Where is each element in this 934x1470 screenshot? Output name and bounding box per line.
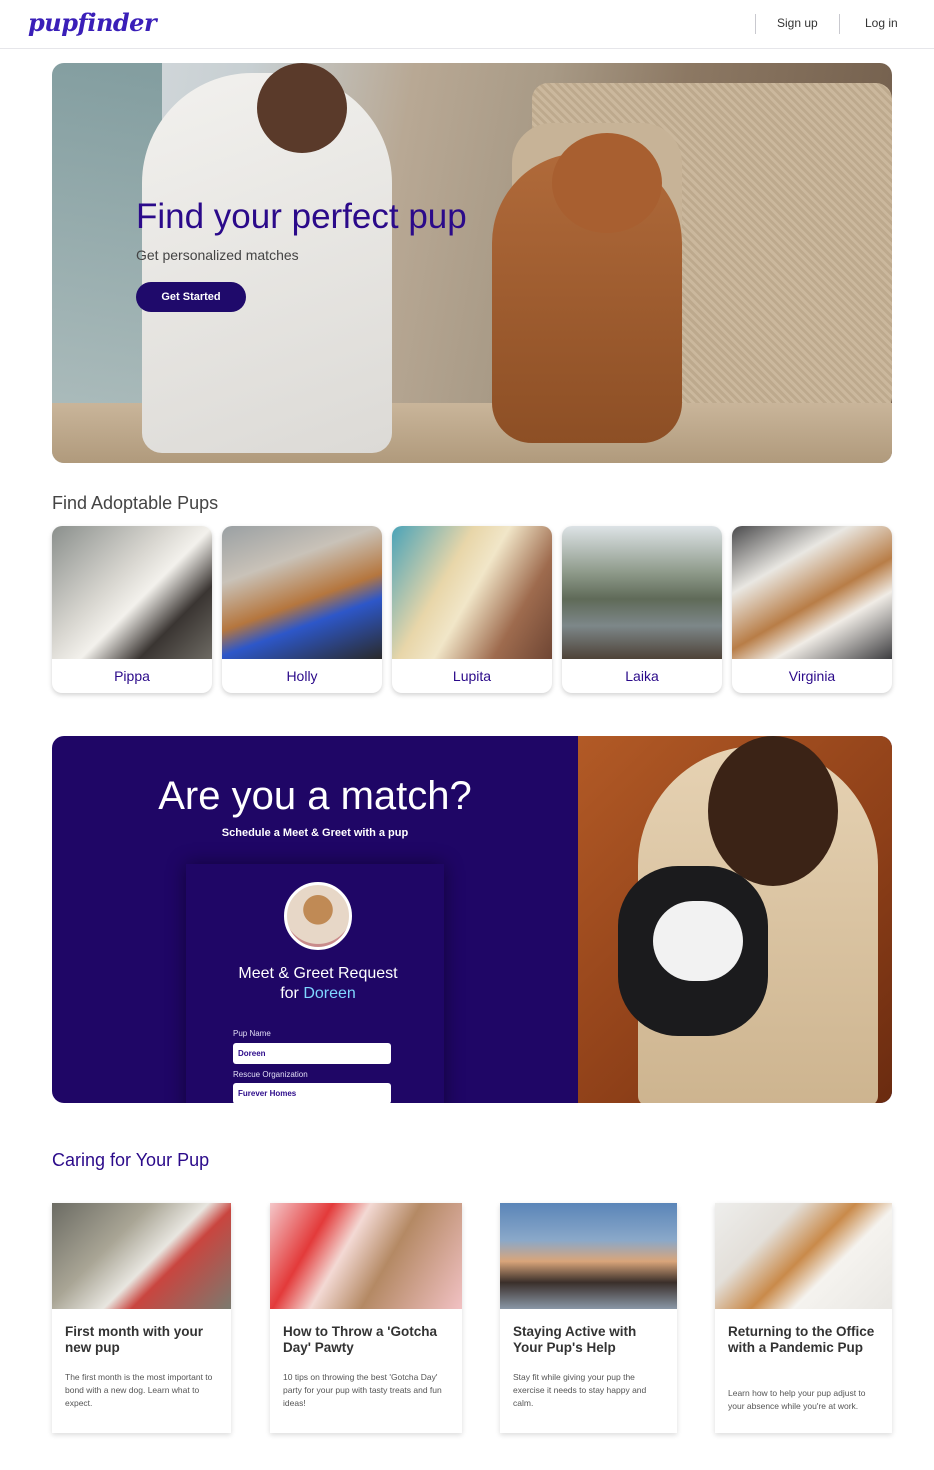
- pup-name: Holly: [286, 668, 318, 684]
- article-text: The first month is the most important to…: [65, 1372, 213, 1408]
- rescue-organization-label: Rescue Organization: [233, 1070, 308, 1079]
- pup-name-input[interactable]: [233, 1043, 391, 1064]
- site-header: pupfinder Sign up Log in: [0, 0, 934, 49]
- pup-name: Lupita: [452, 668, 492, 684]
- hero-title: Find your perfect pup: [136, 197, 467, 236]
- pup-photo: [222, 526, 382, 659]
- rescue-organization-input[interactable]: [233, 1083, 391, 1103]
- form-heading-for: for: [280, 985, 299, 1002]
- pup-avatar: [284, 882, 352, 950]
- pup-name: Pippa: [114, 668, 150, 684]
- hero-photo-dog-head: [552, 133, 662, 233]
- match-photo-dog-face: [653, 901, 743, 981]
- article-photo: [52, 1203, 231, 1309]
- article-title: Staying Active with Your Pup's Help: [513, 1324, 637, 1355]
- hero-photo-person-head: [257, 63, 347, 153]
- pup-card-pippa[interactable]: Pippa: [52, 526, 212, 693]
- nav-divider: [755, 14, 756, 34]
- article-title: Returning to the Office with a Pandemic …: [728, 1324, 875, 1355]
- adoptable-section-title: Find Adoptable Pups: [52, 493, 219, 513]
- match-section: Are you a match? Schedule a Meet & Greet…: [52, 736, 892, 1103]
- article-card-first-month[interactable]: First month with your new pup The first …: [52, 1203, 231, 1433]
- article-text: Stay fit while giving your pup the exerc…: [513, 1372, 647, 1408]
- hero-banner: Find your perfect pup Get personalized m…: [52, 63, 892, 463]
- nav-divider: [839, 14, 840, 34]
- caring-section-title: Caring for Your Pup: [52, 1150, 210, 1170]
- meet-greet-form-card: Meet & Greet Request for Doreen Pup Name…: [186, 864, 444, 1103]
- get-started-button[interactable]: Get Started: [136, 282, 246, 312]
- match-photo-person-head: [708, 736, 838, 886]
- article-photo: [715, 1203, 892, 1309]
- match-title: Are you a match?: [158, 774, 472, 818]
- pup-photo: [562, 526, 722, 659]
- form-heading: Meet & Greet Request for Doreen: [186, 964, 450, 1004]
- article-card-gotcha-day[interactable]: How to Throw a 'Gotcha Day' Pawty 10 tip…: [270, 1203, 462, 1433]
- pup-card-virginia[interactable]: Virginia: [732, 526, 892, 693]
- pup-name-label: Pup Name: [233, 1029, 271, 1038]
- article-title: How to Throw a 'Gotcha Day' Pawty: [283, 1324, 437, 1355]
- pup-card-lupita[interactable]: Lupita: [392, 526, 552, 693]
- match-photo: [578, 736, 892, 1103]
- pup-card-holly[interactable]: Holly: [222, 526, 382, 693]
- pup-photo: [52, 526, 212, 659]
- signup-link[interactable]: Sign up: [777, 16, 818, 30]
- article-photo: [500, 1203, 677, 1309]
- article-photo: [270, 1203, 462, 1309]
- pup-photo: [392, 526, 552, 659]
- article-card-pandemic-pup[interactable]: Returning to the Office with a Pandemic …: [715, 1203, 892, 1433]
- article-card-staying-active[interactable]: Staying Active with Your Pup's Help Stay…: [500, 1203, 677, 1433]
- login-link[interactable]: Log in: [865, 16, 898, 30]
- match-subtitle: Schedule a Meet & Greet with a pup: [221, 827, 409, 839]
- pup-name: Laika: [625, 668, 659, 684]
- pup-photo: [732, 526, 892, 659]
- pup-name: Virginia: [788, 668, 836, 684]
- form-heading-name: Doreen: [303, 985, 356, 1002]
- article-text: 10 tips on throwing the best 'Gotcha Day…: [283, 1372, 442, 1408]
- article-title: First month with your new pup: [65, 1324, 203, 1355]
- pup-card-laika[interactable]: Laika: [562, 526, 722, 693]
- form-heading-line1: Meet & Greet Request: [238, 965, 398, 982]
- hero-subtitle: Get personalized matches: [136, 247, 299, 263]
- pupfinder-logo[interactable]: pupfinder: [28, 8, 157, 37]
- article-text: Learn how to help your pup adjust to you…: [728, 1388, 866, 1411]
